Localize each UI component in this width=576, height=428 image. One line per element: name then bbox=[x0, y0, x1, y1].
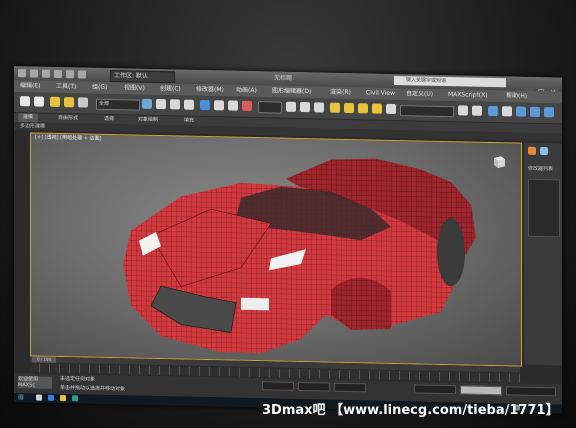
menu-group[interactable]: 组(G) bbox=[92, 83, 107, 93]
polygon-modeling-label[interactable]: 多边形建模 bbox=[20, 122, 45, 131]
open-file-icon[interactable] bbox=[42, 69, 50, 78]
create-tab-icon[interactable] bbox=[528, 146, 536, 155]
mirror-icon[interactable] bbox=[458, 105, 468, 116]
menu-tools[interactable]: 工具(T) bbox=[56, 82, 76, 92]
menu-views[interactable]: 视图(V) bbox=[124, 83, 145, 93]
command-panel: 修改器列表 bbox=[524, 142, 562, 366]
perspective-viewport[interactable]: [+] [透视] [明暗处理 + 边面] bbox=[30, 132, 522, 367]
car-front-wheel-arch bbox=[331, 277, 391, 331]
new-file-icon[interactable] bbox=[30, 69, 38, 78]
maxscript-listener[interactable]: 欢迎使用 MAXSc bbox=[18, 376, 52, 389]
status-prompt-text: 单击并拖动以选择并移动对象 bbox=[60, 384, 126, 393]
y-coordinate-field[interactable] bbox=[298, 381, 330, 392]
menu-civil-view[interactable]: Civil View bbox=[366, 88, 395, 99]
undo-icon[interactable] bbox=[66, 70, 74, 79]
menu-create[interactable]: 创建(C) bbox=[160, 84, 181, 94]
windows-start-icon[interactable]: ⊞ bbox=[18, 393, 24, 401]
render-production-icon[interactable] bbox=[544, 107, 554, 118]
scale-icon[interactable] bbox=[228, 100, 238, 111]
search-input[interactable]: 键入关键字或短语 bbox=[394, 75, 506, 88]
percent-snap-icon[interactable] bbox=[358, 103, 368, 114]
place-icon[interactable] bbox=[242, 100, 252, 111]
auto-key-button[interactable] bbox=[414, 384, 456, 395]
unlink-icon[interactable] bbox=[64, 97, 74, 108]
menu-edit[interactable]: 编辑(E) bbox=[20, 81, 40, 91]
menu-maxscript[interactable]: MAXScript(X) bbox=[448, 90, 488, 101]
modifier-stack[interactable] bbox=[528, 178, 560, 238]
select-object-icon[interactable] bbox=[142, 98, 152, 109]
time-slider-handle[interactable]: 0 / 100 bbox=[32, 356, 56, 363]
menu-modifiers[interactable]: 修改器(M) bbox=[196, 85, 224, 96]
undo-icon[interactable] bbox=[20, 96, 30, 107]
set-key-button[interactable] bbox=[460, 385, 502, 396]
rectangle-selection-icon[interactable] bbox=[170, 99, 180, 110]
bind-space-warp-icon[interactable] bbox=[78, 97, 88, 108]
status-selection-text: 未选定任何对象 bbox=[60, 375, 96, 383]
menu-customize[interactable]: 自定义(U) bbox=[406, 89, 433, 100]
scene-explorer-icon[interactable] bbox=[488, 105, 498, 117]
car-rear-wheel bbox=[437, 218, 465, 287]
link-icon[interactable] bbox=[50, 96, 60, 107]
tab-freeform[interactable]: 自由形式 bbox=[58, 114, 78, 123]
save-file-icon[interactable] bbox=[54, 69, 62, 79]
select-by-name-icon[interactable] bbox=[156, 98, 166, 110]
material-editor-icon[interactable] bbox=[502, 106, 512, 117]
rotate-icon[interactable] bbox=[214, 100, 224, 111]
redo-icon[interactable] bbox=[34, 96, 44, 107]
explorer-taskbar-icon[interactable] bbox=[60, 394, 66, 402]
rendered-frame-window-icon[interactable] bbox=[530, 106, 540, 118]
search-taskbar-icon[interactable] bbox=[36, 394, 42, 401]
select-manipulate-icon[interactable] bbox=[300, 101, 310, 113]
modifier-list-label[interactable]: 修改器列表 bbox=[528, 165, 553, 173]
pivot-center-icon[interactable] bbox=[286, 101, 296, 112]
tab-selection[interactable]: 选择 bbox=[104, 115, 114, 124]
playback-controls[interactable] bbox=[506, 386, 556, 397]
window-crossing-icon[interactable] bbox=[184, 99, 194, 110]
align-icon[interactable] bbox=[472, 105, 482, 116]
named-selection-set-select[interactable] bbox=[400, 105, 454, 118]
x-coordinate-field[interactable] bbox=[262, 381, 294, 391]
modify-tab-icon[interactable] bbox=[540, 147, 548, 156]
menu-help[interactable]: 帮助(H) bbox=[506, 91, 527, 101]
z-coordinate-field[interactable] bbox=[334, 382, 366, 393]
watermark-text: 3Dmax吧 【www.linecg.com/tieba/1771】 bbox=[262, 403, 559, 418]
angle-snap-icon[interactable] bbox=[344, 102, 354, 114]
car-fog-light bbox=[241, 297, 269, 311]
viewport-label[interactable]: [+] [透视] [明暗处理 + 边面] bbox=[35, 134, 101, 142]
tab-modeling[interactable]: 建模 bbox=[18, 113, 39, 123]
file-title: 无标题 bbox=[274, 74, 293, 82]
car-model bbox=[123, 158, 476, 354]
render-setup-icon[interactable] bbox=[516, 106, 526, 117]
tab-object-paint[interactable]: 对象绘制 bbox=[138, 116, 158, 125]
viewcube-icon[interactable] bbox=[491, 155, 507, 169]
selection-filter-select[interactable]: 全部 bbox=[96, 98, 140, 111]
reference-coordinate-select[interactable] bbox=[258, 101, 282, 114]
tab-populate[interactable]: 填充 bbox=[184, 117, 194, 126]
keyboard-shortcut-icon[interactable] bbox=[314, 102, 324, 113]
menu-graph-editors[interactable]: 图形编辑器(D) bbox=[272, 86, 311, 97]
snap-toggle-icon[interactable] bbox=[330, 102, 340, 113]
edit-named-selection-icon[interactable] bbox=[386, 103, 396, 115]
spinner-snap-icon[interactable] bbox=[372, 103, 382, 114]
monitor-screen: 工作区: 默认 无标题 键入关键字或短语 –□× 编辑(E) 工具(T) 组(G… bbox=[14, 66, 562, 414]
menu-rendering[interactable]: 渲染(R) bbox=[330, 88, 351, 98]
app-logo-icon[interactable] bbox=[18, 69, 26, 78]
3dsmax-taskbar-icon[interactable] bbox=[72, 395, 78, 402]
redo-icon[interactable] bbox=[78, 70, 86, 79]
browser-taskbar-icon[interactable] bbox=[48, 394, 54, 401]
menu-animation[interactable]: 动画(A) bbox=[236, 86, 257, 96]
move-icon[interactable] bbox=[200, 99, 210, 111]
